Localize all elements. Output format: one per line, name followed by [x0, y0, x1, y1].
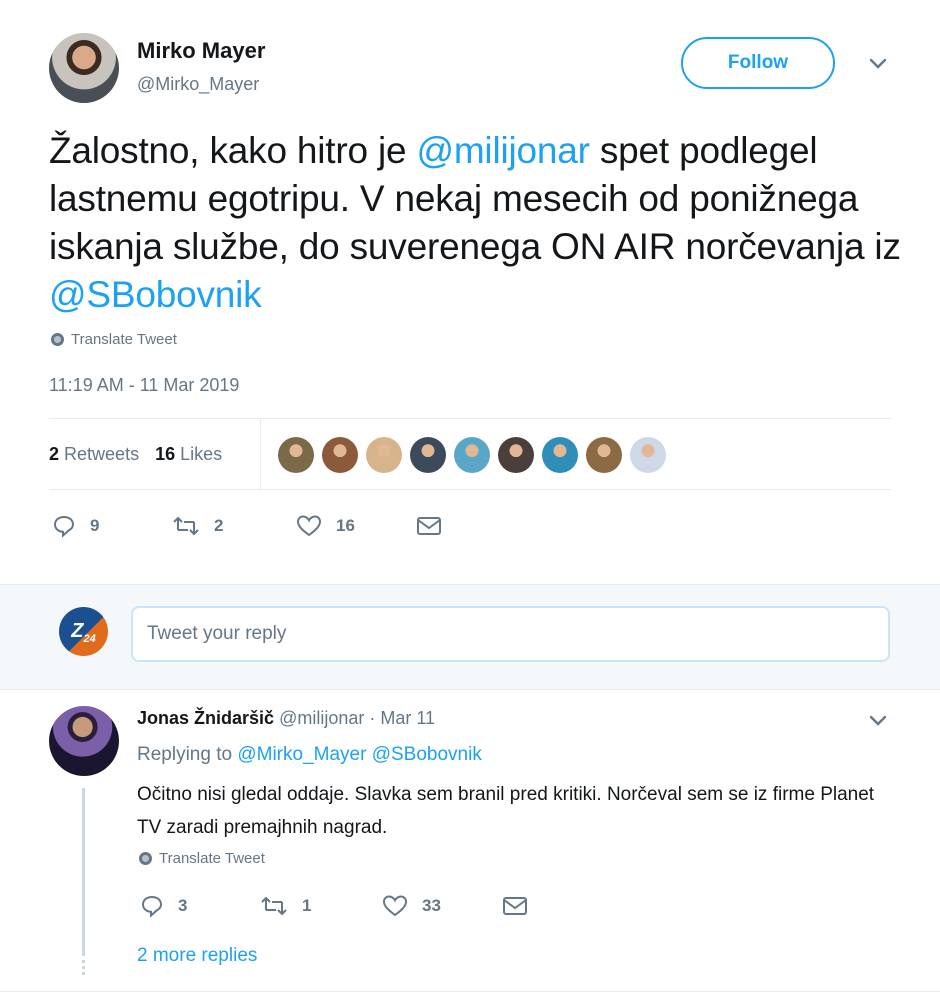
envelope-icon	[502, 896, 528, 916]
heart-icon	[296, 514, 322, 538]
author-name[interactable]: Mirko Mayer	[137, 38, 265, 64]
author-handle[interactable]: @Mirko_Mayer	[137, 74, 259, 95]
envelope-icon	[416, 516, 442, 536]
reply-header: Jonas Žnidaršič @milijonar · Mar 11	[137, 708, 435, 729]
tweet-actions: 9 2 16	[52, 514, 442, 538]
liker-avatar[interactable]	[278, 437, 314, 473]
heart-icon	[382, 894, 408, 918]
retweet-action[interactable]: 2	[172, 515, 296, 537]
translate-tweet-label: Translate Tweet	[71, 331, 177, 348]
chevron-down-icon[interactable]	[869, 58, 887, 70]
liker-avatar[interactable]	[542, 437, 578, 473]
mention-link[interactable]: @Mirko_Mayer	[237, 744, 366, 765]
retweet-icon	[260, 895, 288, 917]
liker-avatar[interactable]	[586, 437, 622, 473]
current-user-avatar[interactable]: Z 24	[59, 607, 108, 656]
retweet-count: 1	[302, 896, 312, 915]
direct-message-action[interactable]	[416, 516, 442, 536]
retweet-icon	[172, 515, 200, 537]
reply-icon	[52, 514, 76, 538]
tweet-text-part: Žalostno, kako hitro je	[49, 130, 417, 171]
mention-link[interactable]: @SBobovnik	[372, 744, 482, 765]
reply-icon	[140, 894, 164, 918]
liker-avatar[interactable]	[454, 437, 490, 473]
likes-label: Likes	[180, 444, 223, 464]
replying-prefix: Replying to	[137, 744, 238, 765]
liker-avatars	[278, 437, 666, 473]
avatar-logo-sub: 24	[83, 632, 96, 645]
more-replies-link[interactable]: 2 more replies	[137, 945, 257, 967]
reply-text: Očitno nisi gledal oddaje. Slavka sem br…	[137, 784, 875, 838]
avatar-logo-text: Z	[71, 620, 84, 642]
reply-actions: 3 1 33	[140, 894, 528, 918]
direct-message-action[interactable]	[502, 896, 528, 916]
mention-link[interactable]: @SBobovnik	[49, 274, 262, 315]
reply-date[interactable]: Mar 11	[380, 708, 435, 728]
liker-avatar[interactable]	[630, 437, 666, 473]
like-action[interactable]: 16	[296, 514, 416, 538]
reply-action[interactable]: 9	[52, 514, 172, 538]
reply-count: 3	[178, 896, 188, 915]
reply-input[interactable]: Tweet your reply	[131, 606, 890, 662]
liker-avatar[interactable]	[410, 437, 446, 473]
liker-avatar[interactable]	[322, 437, 358, 473]
likes-stat[interactable]: 16 Likes	[155, 444, 222, 465]
translate-tweet-link[interactable]: Translate Tweet	[139, 850, 265, 867]
retweet-action[interactable]: 1	[260, 895, 382, 917]
separator-dot: ·	[364, 708, 381, 728]
reply-author-handle[interactable]: @milijonar	[279, 708, 364, 728]
translate-tweet-label: Translate Tweet	[159, 850, 265, 867]
reply-author-name[interactable]: Jonas Žnidaršič	[137, 708, 274, 728]
like-action[interactable]: 33	[382, 894, 502, 918]
likes-count: 16	[155, 444, 176, 464]
divider	[49, 418, 891, 419]
retweet-count: 2	[214, 516, 224, 535]
translate-tweet-link[interactable]: Translate Tweet	[51, 331, 177, 348]
tweet-text: Žalostno, kako hitro je @milijonar spet …	[49, 127, 909, 319]
follow-button[interactable]: Follow	[681, 37, 835, 89]
divider	[49, 489, 891, 490]
author-avatar[interactable]	[49, 33, 119, 103]
like-count: 33	[422, 896, 441, 915]
divider	[0, 991, 940, 992]
globe-icon	[51, 333, 64, 346]
chevron-down-icon[interactable]	[869, 715, 887, 727]
tweet-timestamp[interactable]: 11:19 AM - 11 Mar 2019	[49, 375, 239, 396]
thread-line	[82, 788, 85, 953]
retweets-stat[interactable]: 2 Retweets	[49, 444, 139, 465]
retweets-count: 2	[49, 444, 60, 464]
reply-count: 9	[90, 516, 100, 535]
liker-avatar[interactable]	[366, 437, 402, 473]
thread-dots	[82, 953, 88, 975]
reply-action[interactable]: 3	[140, 894, 260, 918]
liker-avatar[interactable]	[498, 437, 534, 473]
replying-to: Replying to @Mirko_Mayer @SBobovnik	[137, 744, 482, 766]
stats-separator	[260, 418, 261, 489]
tweet-stats: 2 Retweets 16 Likes	[49, 444, 222, 465]
like-count: 16	[336, 516, 355, 535]
mention-link[interactable]: @milijonar	[416, 130, 590, 171]
retweets-label: Retweets	[64, 444, 140, 464]
reply-author-avatar[interactable]	[49, 706, 119, 776]
globe-icon	[139, 852, 152, 865]
